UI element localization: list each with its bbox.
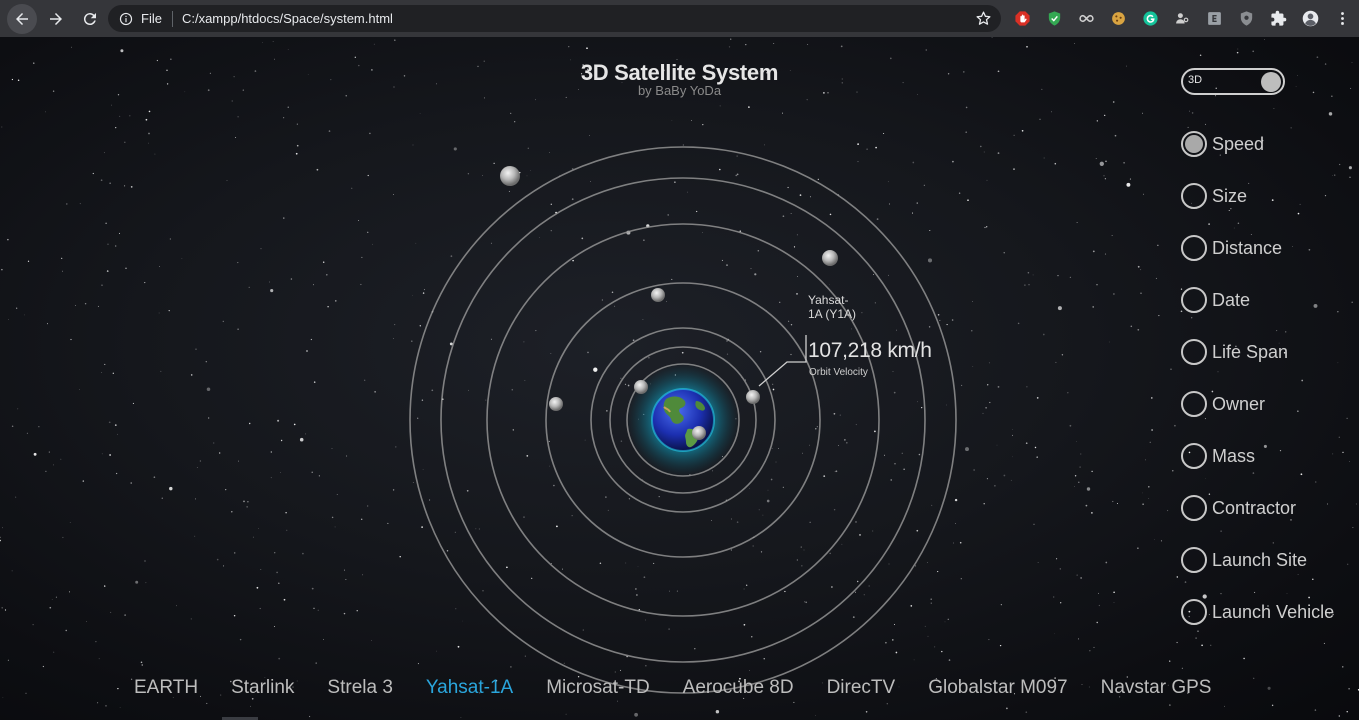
menu-item-label: Launch Vehicle [1212,601,1335,622]
extension-cookie[interactable] [1108,8,1128,28]
metric-menu: Speed Size Distance Date Life Span Owner Mass C… [1181,118,1334,638]
radio-button[interactable] [1181,339,1207,365]
reload-icon [83,12,96,25]
extension-e[interactable] [1204,8,1224,28]
puzzle-icon [1270,10,1286,26]
profile-avatar[interactable] [1300,8,1320,28]
url-text[interactable]: C:/xampp/htdocs/Space/system.html [182,11,393,26]
menu-item-label: Mass [1212,445,1256,466]
grammarly-icon [1142,10,1158,26]
radio-button[interactable] [1181,287,1207,313]
orbit-system [409,146,957,694]
view-mode-toggle[interactable]: 3D [1181,68,1285,95]
nav-tab-aerocube-8d[interactable]: Aerocube 8D [683,677,794,699]
forward-arrow-icon [50,12,62,25]
extension-privacy[interactable] [1236,8,1256,28]
reload-button[interactable] [75,4,105,34]
menu-item-launch-site[interactable]: Launch Site [1181,534,1334,586]
radio-button[interactable] [1181,235,1207,261]
menu-item-size[interactable]: Size [1181,170,1334,222]
menu-item-speed[interactable]: Speed [1181,118,1334,170]
satellite[interactable] [549,397,563,411]
browser-menu-button[interactable] [1332,8,1352,28]
nav-tab-yahsat-1a[interactable]: Yahsat-1A [426,677,513,699]
menu-item-label: Speed [1212,133,1265,154]
nav-tab-microsat-td[interactable]: Microsat-TD [546,677,649,699]
extensions-bar [1012,8,1352,28]
extensions-button[interactable] [1268,8,1288,28]
tooltip-value: 107,218 km/h [808,339,932,362]
nav-tab-directv[interactable]: DirecTV [827,677,896,699]
star-icon[interactable] [975,10,992,27]
letter-e-icon [1207,11,1221,25]
radio-button[interactable] [1181,495,1207,521]
shield-check-icon [1048,10,1060,26]
scheme-label: File [141,11,162,26]
menu-item-contractor[interactable]: Contractor [1181,482,1334,534]
extension-shield[interactable] [1044,8,1064,28]
hand-stop-icon [1014,10,1030,26]
satellite[interactable] [746,390,760,404]
satellite[interactable] [651,288,665,302]
satellite-page: 3D Satellite System by BaBy YoDa Yahsat-… [0,37,1359,720]
menu-item-launch-vehicle[interactable]: Launch Vehicle [1181,586,1334,638]
radio-button[interactable] [1181,443,1207,469]
satellite[interactable] [822,250,838,266]
menu-item-life-span[interactable]: Life Span [1181,326,1334,378]
menu-item-mass[interactable]: Mass [1181,430,1334,482]
avatar-icon [1302,10,1318,26]
radio-button[interactable] [1181,183,1207,209]
back-button[interactable] [7,3,37,34]
toggle-knob[interactable] [1261,72,1281,92]
menu-dots-icon [1340,11,1344,25]
tooltip-leader-line [758,335,807,387]
extension-infinity[interactable] [1076,8,1096,28]
satellite[interactable] [634,380,648,394]
address-bar[interactable]: File C:/xampp/htdocs/Space/system.html [108,5,1001,32]
menu-item-label: Launch Site [1212,549,1308,570]
info-icon[interactable] [119,12,133,26]
earth[interactable] [651,388,715,452]
menu-item-distance[interactable]: Distance [1181,222,1334,274]
menu-item-label: Contractor [1212,497,1297,518]
extension-user[interactable] [1172,8,1192,28]
user-key-icon [1175,12,1188,23]
satellite[interactable] [692,426,706,440]
menu-item-label: Date [1212,289,1251,310]
menu-item-date[interactable]: Date [1181,274,1334,326]
infinity-icon [1078,14,1094,22]
tooltip-label: Orbit Velocity [809,367,868,378]
nav-tab-earth[interactable]: EARTH [134,677,198,699]
extension-grammarly[interactable] [1140,8,1160,28]
menu-item-owner[interactable]: Owner [1181,378,1334,430]
extension-adblock[interactable] [1012,8,1032,28]
satellite-nav: EARTH Starlink Strela 3 Yahsat-1A Microsat-T… [134,677,1211,699]
menu-item-label: Size [1212,185,1248,206]
omnibox-divider [171,10,173,27]
radio-button[interactable] [1181,131,1207,157]
shield-gray-icon [1240,10,1252,26]
cookie-icon [1111,11,1125,25]
menu-item-label: Owner [1212,393,1266,414]
back-arrow-icon [16,12,28,25]
tooltip-satellite-name: Yahsat-1A (Y1A) [808,293,857,321]
nav-tab-globalstar-m097[interactable]: Globalstar M097 [928,677,1067,699]
nav-tab-starlink[interactable]: Starlink [231,677,294,699]
nav-tab-strela-3[interactable]: Strela 3 [327,677,392,699]
toggle-label: 3D [1188,74,1203,86]
satellite[interactable] [500,166,520,186]
menu-item-label: Distance [1212,237,1283,258]
radio-button[interactable] [1181,391,1207,417]
radio-button[interactable] [1181,599,1207,625]
radio-button[interactable] [1181,547,1207,573]
forward-button[interactable] [41,4,71,34]
nav-tab-navstar-gps[interactable]: Navstar GPS [1101,677,1212,699]
menu-item-label: Life Span [1212,341,1289,362]
browser-toolbar: File C:/xampp/htdocs/Space/system.html [0,0,1359,37]
